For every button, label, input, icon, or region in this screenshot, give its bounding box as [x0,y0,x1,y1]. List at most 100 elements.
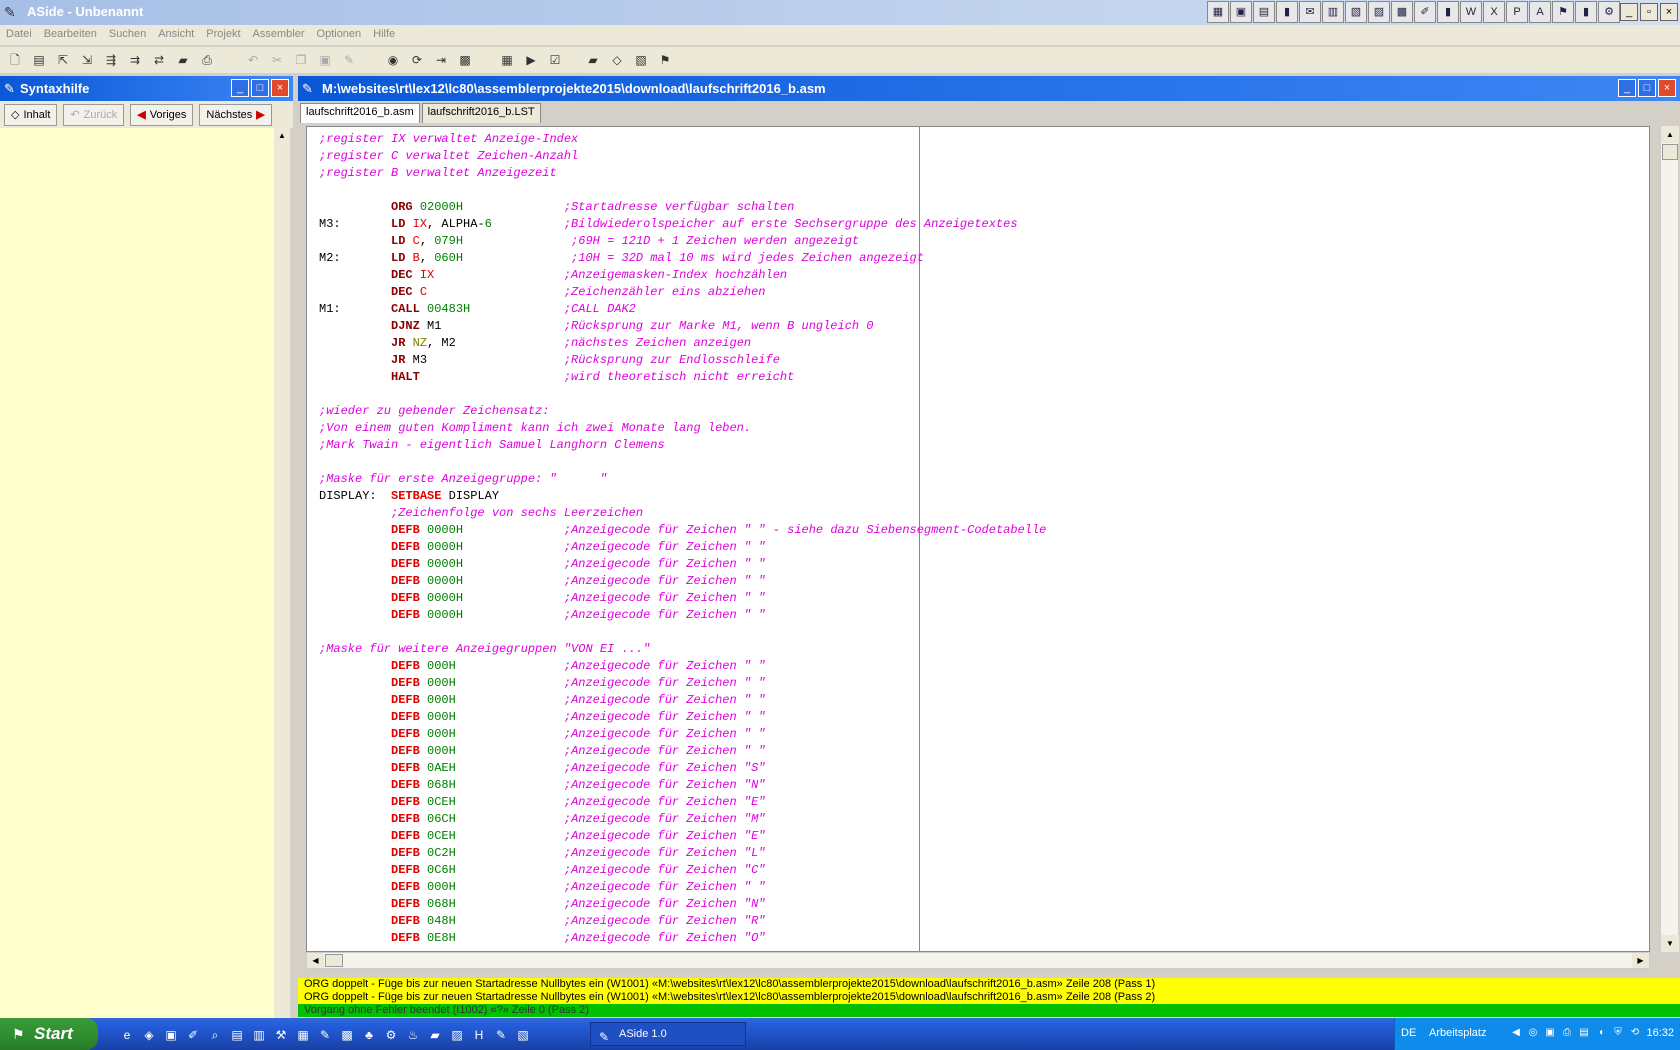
scroll-up-icon[interactable]: ▲ [1661,126,1679,143]
editor-close-button[interactable]: × [1658,79,1676,97]
grid-icon[interactable]: ▦ [1207,1,1229,23]
notes-icon[interactable]: ▩ [1391,1,1413,23]
mail-icon[interactable]: ✉ [1299,1,1321,23]
inhalt-button[interactable]: ◇ Inhalt [4,103,58,126]
menu-projekt[interactable]: Projekt [200,25,246,45]
pen-icon[interactable]: ✎ [316,1026,334,1044]
language-indicator[interactable]: DE [1401,1027,1416,1039]
doc-icon[interactable]: ▥ [250,1026,268,1044]
excel-icon[interactable]: X [1483,1,1505,23]
syntax-minimize-button[interactable]: _ [231,79,249,97]
save-icon[interactable]: ⇶ [102,51,120,69]
scroll-left-icon[interactable]: ◀ [307,953,324,968]
voriges-button[interactable]: ◀ Voriges [130,103,194,126]
menu-bearbeiten[interactable]: Bearbeiten [38,25,103,45]
task-aside[interactable]: ✎ ASide 1.0 [590,1022,746,1046]
minimize-button[interactable]: _ [1620,3,1638,21]
message-warning-pass1[interactable]: ORG doppelt - Füge bis zur neuen Startad… [298,978,1680,991]
access-icon[interactable]: A [1529,1,1551,23]
cut-icon[interactable]: ✂ [268,51,286,69]
menu-datei[interactable]: Datei [0,25,38,45]
document-icon[interactable]: ▤ [1253,1,1275,23]
horizontal-scrollbar[interactable]: ◀ ▶ [306,952,1650,969]
message-warning-pass2[interactable]: ORG doppelt - Füge bis zur neuen Startad… [298,991,1680,1004]
syntax-help-scrollbar[interactable]: ▲ [274,128,290,1018]
tool-icon[interactable]: ⚒ [272,1026,290,1044]
replace-icon[interactable]: ⟳ [408,51,426,69]
scroll-thumb[interactable] [1662,144,1678,160]
arbeitsplatz-label[interactable]: Arbeitsplatz [1429,1027,1486,1039]
print-icon[interactable]: ⎙ [198,51,216,69]
restore-button[interactable]: ▫ [1640,3,1658,21]
aside-quick-icon[interactable]: ✎ [492,1026,510,1044]
syntax-close-button[interactable]: × [271,79,289,97]
paste-icon[interactable]: ▣ [316,51,334,69]
back-icon[interactable]: ◀ [1509,1026,1523,1040]
message-success[interactable]: Vorgang ohne Fehler beendet (I1002) «?» … [298,1004,1680,1017]
open-folder-icon[interactable]: ▰ [174,51,192,69]
new-file-icon[interactable]: 🗋 [6,51,24,69]
calendar-icon[interactable]: ▥ [1322,1,1344,23]
bar2-icon[interactable]: ▮ [1437,1,1459,23]
save-all-icon[interactable]: ⇉ [126,51,144,69]
calc-icon[interactable]: ▦ [294,1026,312,1044]
scroll-down-icon[interactable]: ▼ [1661,935,1679,952]
edit-icon[interactable]: ✎ [340,51,358,69]
help-icon[interactable]: ⚙ [1598,1,1620,23]
image-icon[interactable]: ▩ [338,1026,356,1044]
code-editor[interactable]: ;register IX verwaltet Anzeige-Index ;reg… [306,126,1650,952]
text-icon[interactable]: ▧ [514,1026,532,1044]
build-icon[interactable]: ▦ [498,51,516,69]
game-icon[interactable]: ♣ [360,1026,378,1044]
copy-icon[interactable]: ❐ [292,51,310,69]
gear-icon[interactable]: ⚙ [382,1026,400,1044]
paint-icon[interactable]: ✐ [184,1026,202,1044]
run-icon[interactable]: ▶ [522,51,540,69]
goto-icon[interactable]: ⇥ [432,51,450,69]
undo-icon[interactable]: ↶ [244,51,262,69]
check-icon[interactable]: ☑ [546,51,564,69]
ie-icon[interactable]: e [118,1026,136,1044]
eraser-icon[interactable]: ◇ [608,51,626,69]
window-icon[interactable]: ▣ [1230,1,1252,23]
menu-hilfe[interactable]: Hilfe [367,25,401,45]
speaker-icon[interactable]: ◖ [1594,1026,1608,1040]
new-document-icon[interactable]: ▤ [30,51,48,69]
clipboard-icon[interactable]: ▧ [1345,1,1367,23]
pic-icon[interactable]: ▨ [448,1026,466,1044]
printer-icon[interactable]: ⎙ [1560,1026,1574,1040]
pdf-icon[interactable]: ▰ [426,1026,444,1044]
vertical-scrollbar[interactable]: ▲ ▼ [1660,126,1679,952]
form-icon[interactable]: ▨ [1368,1,1390,23]
publisher-icon[interactable]: ⚑ [1552,1,1574,23]
h-icon[interactable]: H [470,1026,488,1044]
menu-ansicht[interactable]: Ansicht [152,25,200,45]
start-button[interactable]: ⚑ Start [0,1018,98,1050]
scroll-right-icon[interactable]: ▶ [1632,953,1649,968]
menu-assembler[interactable]: Assembler [247,25,311,45]
monitor-icon[interactable]: ▣ [1543,1026,1557,1040]
notepad-icon[interactable]: ▤ [228,1026,246,1044]
compile-icon[interactable]: ▩ [456,51,474,69]
hscroll-thumb[interactable] [325,954,343,967]
open-file-icon[interactable]: ⇱ [54,51,72,69]
network-icon[interactable]: ◎ [1526,1026,1540,1040]
editor-maximize-button[interactable]: □ [1638,79,1656,97]
fire-icon[interactable]: ♨ [404,1026,422,1044]
help-book-icon[interactable]: ▧ [632,51,650,69]
powerpoint-icon[interactable]: P [1506,1,1528,23]
bar3-icon[interactable]: ▮ [1575,1,1597,23]
shield-icon[interactable]: ⛨ [1611,1026,1625,1040]
pen-icon[interactable]: ✐ [1414,1,1436,23]
save-project-icon[interactable]: ⇄ [150,51,168,69]
find-icon[interactable]: ◉ [384,51,402,69]
tab-lst-file[interactable]: laufschrift2016_b.LST [421,103,541,123]
editor-minimize-button[interactable]: _ [1618,79,1636,97]
close-button[interactable]: × [1660,3,1678,21]
scroll-up-icon[interactable]: ▲ [274,128,290,144]
bar-icon[interactable]: ▮ [1276,1,1298,23]
search-icon[interactable]: ⌕ [206,1026,224,1044]
zurueck-button[interactable]: ↶ Zurück [63,103,125,126]
menu-optionen[interactable]: Optionen [311,25,368,45]
drive-icon[interactable]: ▤ [1577,1026,1591,1040]
